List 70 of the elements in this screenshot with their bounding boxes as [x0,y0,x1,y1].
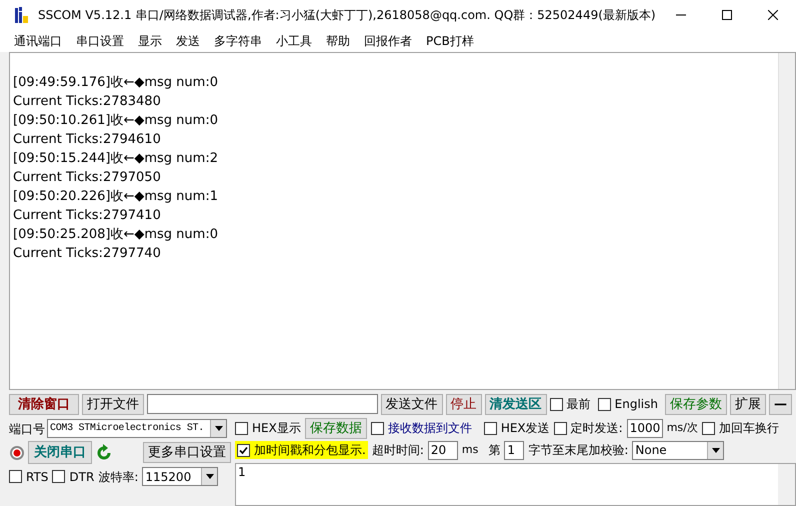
port-select[interactable]: COM3 STMicroelectronics ST. [47,419,227,438]
checkbox[interactable] [598,398,611,410]
receive-line: [09:49:59.176]收←◆msg num:0 [13,74,218,92]
checkbox[interactable] [370,422,384,434]
menu-item[interactable]: PCB打样 [426,32,474,50]
port-label: 端口号 [9,420,45,438]
checksum-label: 字节至末尾加校验: [528,442,628,459]
app-logo-icon [14,6,30,24]
timeout-label: 超时时间: [372,442,424,459]
byte-prefix: 第 [488,442,500,459]
checkbox[interactable] [52,470,66,483]
checkbox-label: DTR [69,468,94,486]
receive-line: Current Ticks:2797050 [13,169,161,187]
interval-field[interactable]: 1000 [626,418,663,438]
close-port-button[interactable]: 关闭串口 [28,441,92,464]
timeout-unit: ms [462,442,478,458]
checkbox-label: 加回车换行 [718,420,779,437]
scrollbar[interactable] [778,464,795,505]
menu-item[interactable]: 发送 [176,32,200,50]
receive-line: [09:50:25.208]收←◆msg num:0 [13,226,218,244]
receive-line: [09:50:20.226]收←◆msg num:1 [13,188,218,206]
save-data-button[interactable]: 保存数据 [304,418,367,438]
receive-line: Current Ticks:2783480 [13,93,161,111]
interval-unit: ms/次 [666,420,698,436]
record-indicator-icon [9,444,25,460]
menu-item[interactable]: 通讯端口 [14,32,62,50]
baud-rate-select[interactable]: 115200 [142,467,218,486]
menu-item[interactable]: 小工具 [276,32,312,50]
baud-rate-label: 波特率: [98,468,138,486]
save-params-button[interactable]: 保存参数 [665,394,727,414]
window-title: SSCOM V5.12.1 串口/网络数据调试器,作者:习小猛(大虾丁丁),2618058@qq.com. QQ群：52502449(最新版本) [38,7,656,24]
scrollbar[interactable] [778,53,795,389]
menu-item[interactable]: 回报作者 [364,32,412,50]
checkbox-label: RTS [26,468,48,486]
checkbox[interactable] [550,398,563,410]
checksum-select[interactable]: None [632,440,724,460]
menu-item[interactable]: 串口设置 [76,32,124,50]
checkbox[interactable] [554,422,567,434]
receive-line: Current Ticks:2797410 [13,207,161,225]
checkbox-label: HEX显示 [252,420,301,437]
collapse-button[interactable]: — [769,394,792,414]
menu-item[interactable]: 帮助 [326,32,350,50]
receive-to-file-link[interactable]: 接收数据到文件 [388,419,472,437]
byte-field[interactable]: 1 [504,440,524,460]
timeout-field[interactable]: 20 [428,440,458,460]
checkbox-label: English [614,396,658,413]
send-file-button[interactable]: 发送文件 [380,394,443,414]
receive-line: Current Ticks:2794610 [13,131,161,149]
refresh-icon[interactable] [95,444,113,462]
checkbox[interactable] [702,422,715,434]
checkbox-label: HEX发送 [500,420,550,437]
file-path-field[interactable] [147,394,378,414]
receive-line: [09:50:15.244]收←◆msg num:2 [13,150,218,168]
more-port-settings-button[interactable]: 更多串口设置 [143,442,231,463]
clear-window-button[interactable]: 清除窗口 [9,394,79,414]
checkbox[interactable] [484,422,497,434]
checkbox-label: 定时发送: [570,420,623,437]
receive-line: [09:50:10.261]收←◆msg num:0 [13,112,218,130]
menu-item[interactable]: 显示 [138,32,162,50]
open-file-button[interactable]: 打开文件 [82,394,144,414]
timestamp-label: 加时间戳和分包显示. [254,442,366,459]
checkbox[interactable] [9,470,22,483]
menu-item[interactable]: 多字符串 [214,32,262,50]
checkbox[interactable] [235,422,248,434]
receive-line: Current Ticks:2797740 [13,245,161,263]
clear-send-button[interactable]: 清发送区 [484,394,547,414]
stop-button[interactable]: 停止 [446,394,482,414]
checkbox-label: 最前 [566,396,591,413]
checkbox[interactable] [237,444,250,456]
expand-button[interactable]: 扩展 [730,394,766,414]
